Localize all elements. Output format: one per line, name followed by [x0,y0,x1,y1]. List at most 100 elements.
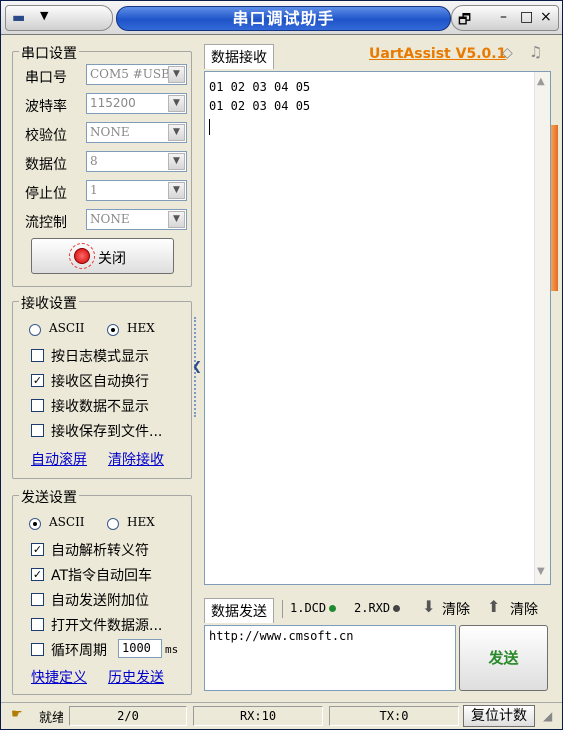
send-at-cr-label: AT指令自动回车 [51,568,153,584]
bell-icon[interactable]: ♫ [529,43,542,61]
dcd-indicator: 1.DCD [290,601,337,615]
hand-icon: ☛ [11,707,23,722]
send-text-area[interactable]: http://www.cmsoft.cn [204,625,456,691]
minimize-icon[interactable]: – [500,9,507,25]
clear-receive-link[interactable]: 清除接收 [108,449,164,469]
shortcut-define-link[interactable]: 快捷定义 [31,667,87,687]
baud-select[interactable]: 115200 ▼ [86,93,187,114]
recv-save-file-checkbox[interactable] [31,424,44,437]
status-rx: RX:10 [193,706,323,726]
serial-port-select[interactable]: COM5 #USB ▼ [86,64,187,85]
close-icon[interactable]: × [540,9,552,25]
restore-icon[interactable]: 🗗 [458,9,471,33]
chevron-down-icon[interactable]: ▼ [168,211,185,228]
recv-ascii-radio[interactable] [29,324,41,336]
status-bar: ☛ 就绪 2/0 RX:10 TX:0 复位计数 ◢ [1,702,562,729]
clear-arrow-up-icon[interactable]: ⬆ [487,597,500,616]
status-ready: 就绪 [39,711,63,726]
recv-hex-label: HEX [127,321,155,335]
receive-settings-title: 接收设置 [19,293,79,313]
send-toolbar: 1.DCD 2.RXD ⬇ 清除 ⬆ 清除 [204,597,551,621]
clear-all-button[interactable]: 清除 [510,599,538,619]
scroll-up-icon[interactable]: ▲ [537,76,545,87]
send-append-bits-checkbox[interactable] [31,593,44,606]
clear-send-button[interactable]: 清除 [442,599,470,619]
stopbits-select[interactable]: 1 ▼ [86,180,187,201]
recv-log-mode-label: 按日志模式显示 [51,349,149,365]
chevron-down-icon: ▼ [40,9,49,22]
baud-row: 波特率 115200 ▼ [13,93,193,115]
recv-autowrap-checkbox[interactable]: ✓ [31,374,44,387]
flowctrl-row: 流控制 NONE ▼ [13,209,193,231]
status-tx: TX:0 [329,706,459,726]
receive-scrollbar[interactable]: ▲ ▼ [534,72,550,584]
send-button[interactable]: 发送 [459,625,548,691]
send-at-cr-checkbox[interactable]: ✓ [31,568,44,581]
serial-settings-title: 串口设置 [19,43,79,63]
text-cursor [209,119,210,135]
send-hex-label: HEX [127,515,155,529]
app-icon: ▬ [12,10,26,26]
baud-label: 波特率 [25,99,67,115]
version-link[interactable]: UartAssist V5.0.1 [369,46,506,62]
recv-autowrap-label: 接收区自动换行 [51,374,149,390]
status-light-icon [74,248,90,264]
flowctrl-select[interactable]: NONE ▼ [86,209,187,230]
app-window: ▬ ▼ 串口调试助手 🗗 – □ × 串口设置 串口号 COM5 #USB ▼ … [0,0,563,730]
collapse-left-icon[interactable]: ❮ [192,359,202,373]
toolbar-separator [282,600,283,618]
close-port-button[interactable]: 关闭 [31,238,174,274]
send-hex-radio[interactable] [107,518,119,530]
send-file-source-label: 打开文件数据源... [51,618,163,634]
receive-line: 01 02 03 04 05 [209,99,311,113]
maximize-icon[interactable]: □ [520,9,533,25]
send-escape-checkbox[interactable]: ✓ [31,543,44,556]
chevron-down-icon[interactable]: ▼ [168,95,185,112]
reset-count-button[interactable]: 复位计数 [463,705,535,727]
system-menu-button[interactable]: ▬ ▼ [5,5,113,31]
loop-period-input[interactable]: 1000 [118,639,162,658]
send-file-source-checkbox[interactable] [31,618,44,631]
stopbits-row: 停止位 1 ▼ [13,180,193,202]
dcd-led-icon [329,605,337,612]
databits-label: 数据位 [25,157,67,173]
stopbits-label: 停止位 [25,186,67,202]
parity-label: 校验位 [25,128,67,144]
auto-scroll-link[interactable]: 自动滚屏 [31,449,87,469]
chevron-down-icon[interactable]: ▼ [168,66,185,83]
send-settings-group: 发送设置 ASCII HEX ✓ 自动解析转义符 ✓ AT指令自动回车 自动发送… [12,487,192,695]
resize-grip-icon[interactable]: ◢ [543,709,552,723]
send-settings-title: 发送设置 [19,487,79,507]
recv-save-file-label: 接收保存到文件... [51,424,163,440]
serial-settings-group: 串口设置 串口号 COM5 #USB ▼ 波特率 115200 ▼ 校验位 NO… [12,43,193,287]
parity-select[interactable]: NONE ▼ [86,122,187,143]
recv-hex-radio[interactable] [107,324,119,336]
parity-row: 校验位 NONE ▼ [13,122,193,144]
flowctrl-label: 流控制 [25,215,67,231]
receive-settings-group: 接收设置 ASCII HEX 按日志模式显示 ✓ 接收区自动换行 接收数据不显示… [12,293,192,479]
status-frames: 2/0 [69,706,187,726]
panel-splitter[interactable]: ❮ [192,317,202,417]
serial-port-row: 串口号 COM5 #USB ▼ [13,64,193,86]
recv-hide-checkbox[interactable] [31,399,44,412]
send-history-link[interactable]: 历史发送 [108,667,164,687]
chevron-down-icon[interactable]: ▼ [168,124,185,141]
title-bar: ▬ ▼ 串口调试助手 🗗 – □ × [1,1,562,35]
databits-row: 数据位 8 ▼ [13,151,193,173]
receive-scroll-thumb[interactable] [551,125,558,291]
recv-log-mode-checkbox[interactable] [31,349,44,362]
chevron-down-icon[interactable]: ▼ [168,182,185,199]
clear-arrow-down-icon[interactable]: ⬇ [422,597,435,616]
databits-select[interactable]: 8 ▼ [86,151,187,172]
serial-port-label: 串口号 [25,70,67,86]
tab-data-receive[interactable]: 数据接收 [204,44,274,69]
chevron-down-icon[interactable]: ▼ [168,153,185,170]
window-controls: 🗗 – □ × [451,5,559,31]
scroll-down-icon[interactable]: ▼ [537,566,545,577]
send-ascii-label: ASCII [49,515,85,529]
send-escape-label: 自动解析转义符 [51,543,149,559]
diamond-icon[interactable]: ◇ [502,45,513,61]
send-ascii-radio[interactable] [29,518,41,530]
send-loop-checkbox[interactable] [31,643,44,656]
receive-text-area[interactable]: 01 02 03 04 05 01 02 03 04 05 ▲ ▼ [204,71,551,585]
